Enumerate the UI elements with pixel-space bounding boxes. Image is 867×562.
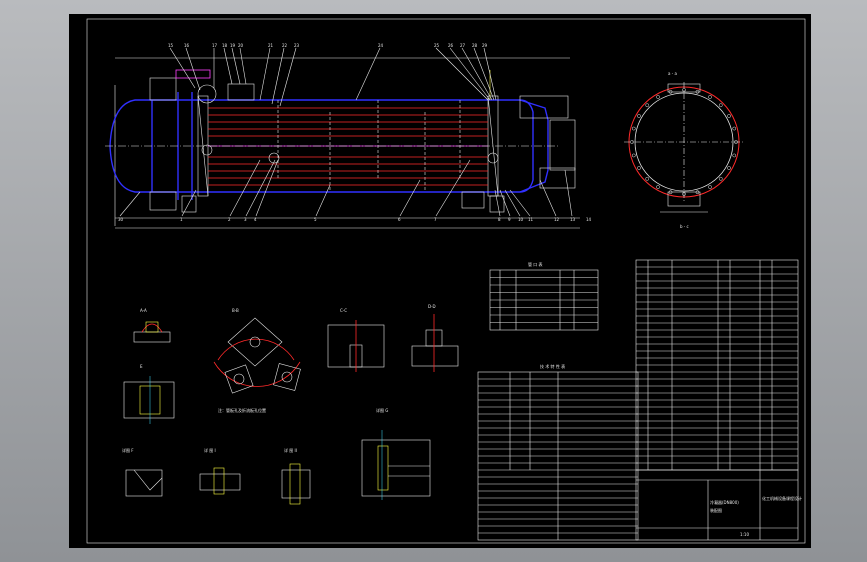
detail-a-label: A-A	[140, 308, 147, 313]
detail-g-label: 详图 G	[376, 407, 388, 413]
detail-d-label: D-D	[428, 304, 436, 309]
balloon: 21	[268, 43, 274, 48]
nozzle-table-title: 管 口 表	[528, 261, 543, 267]
balloon: 28	[472, 43, 478, 48]
detail-2-label: 详 图 II	[284, 447, 297, 453]
balloon: 19	[230, 43, 236, 48]
drawing-scale: 1:10	[740, 532, 749, 537]
company-name: 化工机械设备课程设计	[762, 495, 802, 501]
balloon: 25	[434, 43, 440, 48]
balloon: 17	[212, 43, 218, 48]
detail-f-label: 详图 F	[122, 447, 134, 453]
balloon: 18	[222, 43, 228, 48]
balloon: 24	[378, 43, 384, 48]
drawing-name: 冷凝器(DN800)	[710, 499, 739, 505]
balloon: 22	[282, 43, 288, 48]
detail-c-label: C-C	[340, 308, 347, 313]
tech-spec-title: 技 术 特 性 表	[540, 363, 565, 369]
detail-b-note: 注：管板孔及折流板孔位置	[218, 407, 266, 413]
side-bottom-label: b - c	[680, 224, 689, 229]
balloon: 11	[528, 217, 534, 222]
detail-1-label: 详 图 I	[204, 447, 216, 453]
cad-viewport[interactable]: 15 16 17 18 19 20 21 22 23 24 25 26 27 2…	[0, 0, 867, 562]
balloon: 12	[554, 217, 560, 222]
drawing-sheet[interactable]: 15 16 17 18 19 20 21 22 23 24 25 26 27 2…	[0, 0, 867, 562]
balloon: 30	[118, 217, 124, 222]
balloon: 23	[294, 43, 300, 48]
balloon: 13	[570, 217, 576, 222]
balloon: 27	[460, 43, 466, 48]
detail-b-label: B-B	[232, 308, 239, 313]
balloon: 20	[238, 43, 244, 48]
balloon: 10	[518, 217, 524, 222]
balloon: 26	[448, 43, 454, 48]
drawing-name-2: 装配图	[710, 507, 722, 513]
side-view-label: a - a	[668, 71, 677, 76]
balloon: 29	[482, 43, 488, 48]
balloon: 16	[184, 43, 190, 48]
balloon: 15	[168, 43, 174, 48]
balloon: 14	[586, 217, 592, 222]
